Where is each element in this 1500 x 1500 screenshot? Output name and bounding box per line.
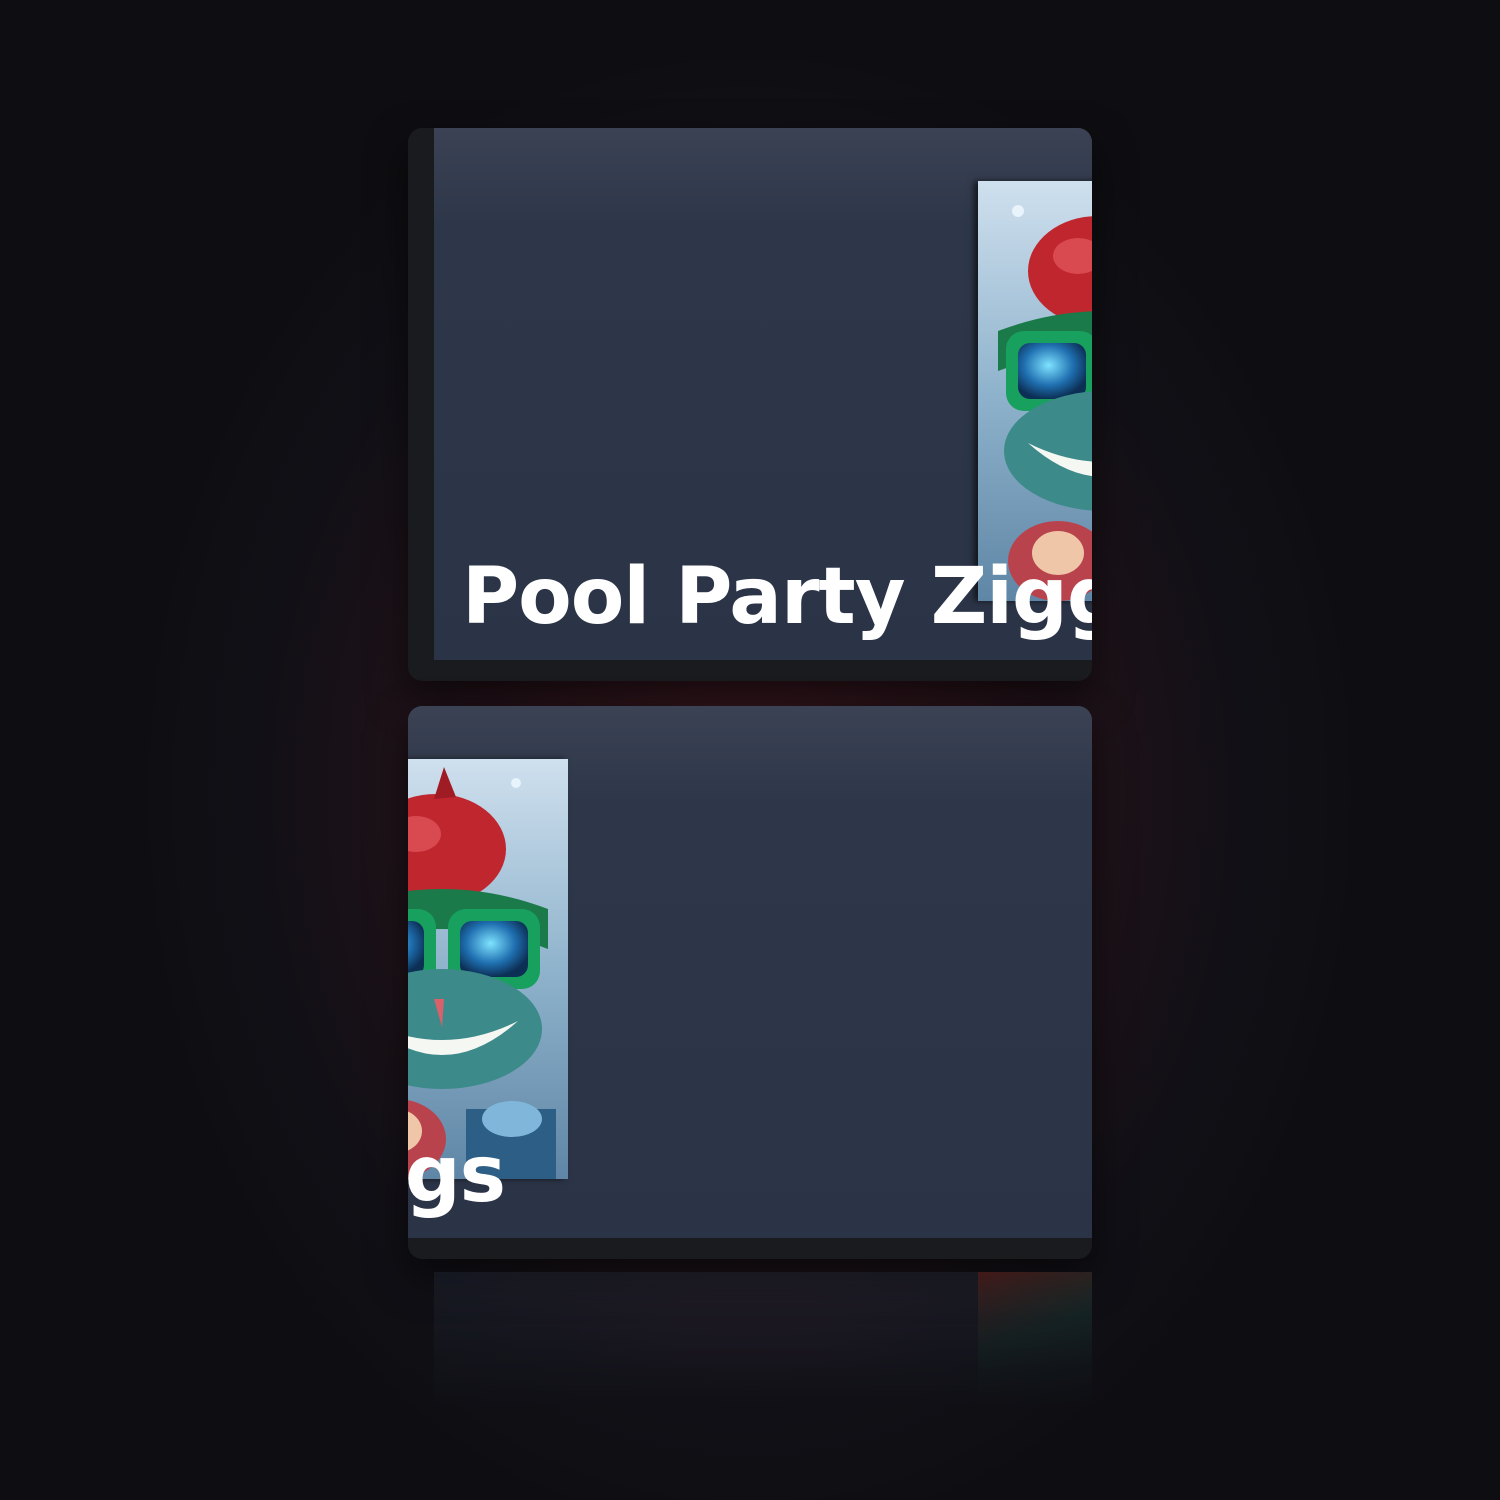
banner-card-bottom: Pool Party Ziggs bbox=[408, 706, 1092, 1259]
banner-card-top: Pool Party Ziggs bbox=[408, 128, 1092, 681]
reflection-art bbox=[978, 1272, 1092, 1412]
skin-title-continued: Pool Party Ziggs bbox=[408, 1130, 506, 1220]
splash-art-icon bbox=[408, 759, 568, 1179]
skin-banner: Pool Party Ziggs bbox=[434, 128, 1092, 660]
skin-title: Pool Party Ziggs bbox=[462, 552, 1092, 642]
card-reflection bbox=[434, 1272, 1092, 1412]
skin-banner-continued: Pool Party Ziggs bbox=[408, 706, 1092, 1238]
splash-art-icon bbox=[978, 181, 1092, 601]
